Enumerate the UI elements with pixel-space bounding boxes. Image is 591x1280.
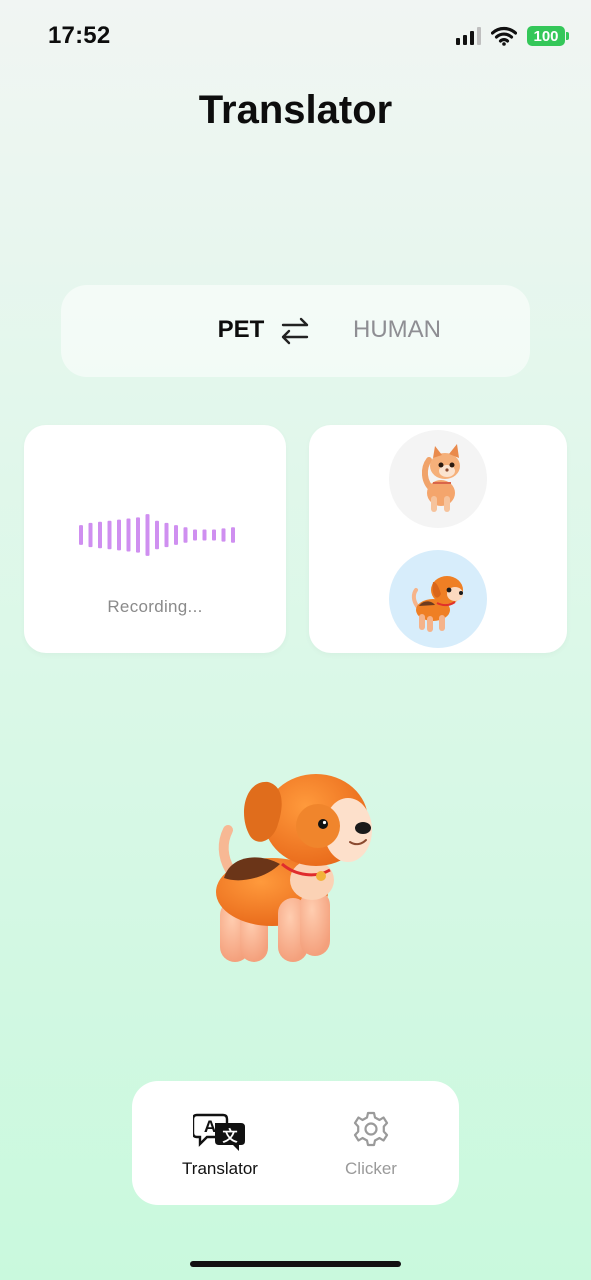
- tab-clicker[interactable]: Clicker: [296, 1081, 446, 1205]
- tab-label: Translator: [182, 1159, 258, 1178]
- waveform-bar: [98, 521, 102, 549]
- waveform-bar: [155, 520, 159, 550]
- waveform-bar: [126, 518, 131, 552]
- waveform-bar: [174, 525, 178, 545]
- battery-level: 100: [533, 27, 559, 45]
- status-icons: 100: [456, 26, 569, 46]
- target-language[interactable]: HUMAN: [337, 316, 457, 344]
- direction-switch: PET HUMAN: [61, 285, 530, 377]
- recording-status: Recording...: [107, 597, 203, 616]
- tab-bar: A 文 Translator Clicker: [132, 1081, 459, 1205]
- gear-icon: [353, 1111, 389, 1147]
- waveform-bar: [117, 519, 121, 551]
- waveform-bar: [164, 522, 169, 548]
- page-title: Translator: [198, 88, 393, 132]
- waveform-bar: [193, 529, 197, 541]
- waveform-bar: [221, 528, 226, 542]
- svg-text:A: A: [204, 1117, 216, 1136]
- pet-selector-card: [309, 425, 567, 653]
- waveform-bar: [202, 529, 207, 541]
- tab-translator[interactable]: A 文 Translator: [145, 1081, 295, 1205]
- cat-avatar-icon: [421, 444, 460, 512]
- waveform-bar: [145, 514, 150, 556]
- swap-arrows-icon[interactable]: [277, 313, 313, 349]
- dog-avatar-icon: [411, 576, 463, 632]
- signal-icon: [456, 27, 481, 45]
- wifi-icon: [491, 26, 517, 46]
- recording-card[interactable]: Recording...: [24, 425, 286, 653]
- waveform-bar: [107, 520, 112, 550]
- waveform-bar: [212, 529, 216, 541]
- waveform-bar: [79, 525, 83, 545]
- status-time: 17:52: [48, 22, 111, 49]
- tab-label: Clicker: [345, 1159, 397, 1178]
- translate-icon: A 文: [193, 1113, 245, 1151]
- cat-option[interactable]: [389, 430, 487, 528]
- dog-illustration: [216, 774, 372, 962]
- home-indicator[interactable]: [190, 1261, 401, 1267]
- status-bar: 17:52 100: [0, 0, 591, 76]
- waveform-bar: [136, 517, 140, 553]
- source-language[interactable]: PET: [209, 316, 273, 344]
- waveform-bar: [88, 522, 93, 548]
- svg-text:文: 文: [222, 1127, 238, 1145]
- waveform-bar: [231, 527, 235, 543]
- dog-option[interactable]: [389, 550, 487, 648]
- waveform-visualizer: [79, 514, 235, 556]
- waveform-bar: [183, 527, 188, 543]
- battery-icon: 100: [527, 26, 569, 46]
